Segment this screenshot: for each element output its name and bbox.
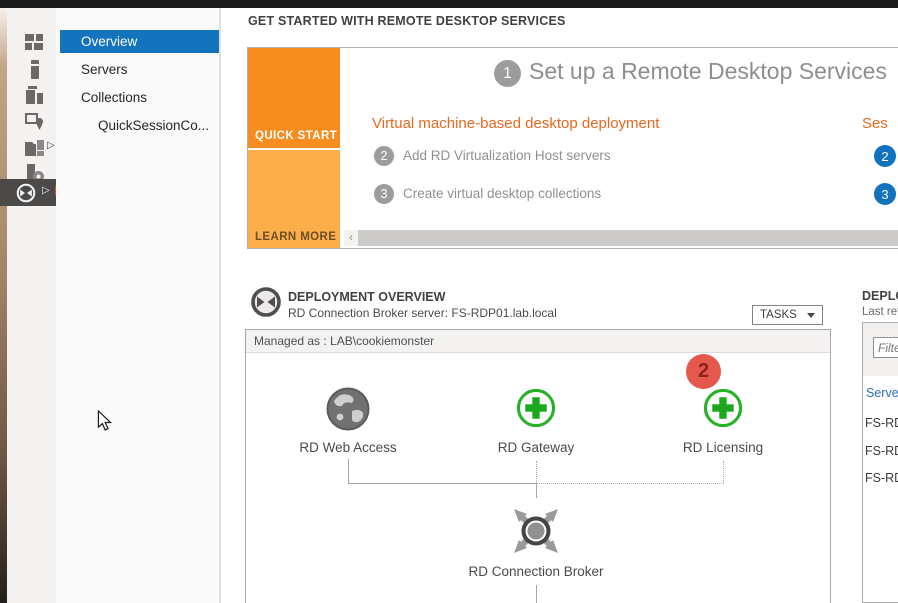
last-refreshed-text: Last ref [862,306,898,318]
remote-desktop-services-icon [15,182,37,204]
sidebar-item-remote-desktop-services[interactable]: ▷ [0,179,56,206]
vm-deployment-link[interactable]: Virtual machine-based desktop deployment [372,115,659,132]
nav-item-servers[interactable]: Servers [60,58,219,81]
connector-line [348,459,349,483]
server-name-column-header[interactable]: Serve [866,386,898,400]
session-deployment-link[interactable]: Ses [862,115,888,132]
scroll-left-icon: ‹ [349,230,353,244]
connector-line-dotted [723,461,724,483]
nav-item-collections[interactable]: Collections [60,86,219,109]
session-step-circle-3: 3 [874,183,896,205]
expand-arrow-icon[interactable]: ▷ [47,140,55,151]
server-row[interactable]: FS-RD [865,444,898,458]
connector-line-dotted [536,483,724,484]
vm-step-3-label: Create virtual desktop collections [403,186,601,201]
deployment-servers-title: DEPLO [862,289,898,303]
managed-as-bar: Managed as : LAB\cookiemonster [246,330,830,353]
dashboard-icon[interactable] [23,30,47,54]
filter-input[interactable] [873,337,898,358]
connector-line [348,483,537,484]
globe-icon[interactable] [325,386,371,432]
server-row[interactable]: FS-RD [865,416,898,430]
scroll-left-button[interactable]: ‹ [344,230,358,246]
connector-line [536,484,537,498]
learn-more-label: LEARN MORE [255,231,336,243]
learn-more-tab[interactable]: LEARN MORE [248,150,340,248]
quick-start-label: QUICK START [255,130,337,142]
quick-start-tab[interactable]: QUICK START [248,48,340,148]
server-row[interactable]: FS-RD [865,471,898,485]
expand-arrow-icon[interactable]: ▷ [42,185,50,196]
get-started-title: GET STARTED WITH REMOTE DESKTOP SERVICES [248,14,566,28]
deployment-overview-title: DEPLOYMENT OVERVIEW [288,290,445,304]
vm-step-2-label: Add RD Virtualization Host servers [403,148,611,163]
rd-connection-broker-icon[interactable] [512,507,560,555]
step-circle-3: 3 [374,184,394,204]
server-certificate-icon[interactable] [23,109,47,133]
annotation-badge-2: 2 [686,354,721,389]
panel-divider [219,8,221,603]
window-top-bar [0,0,898,8]
all-servers-icon[interactable] [23,84,47,108]
session-step-circle-2: 2 [874,145,896,167]
local-server-icon[interactable] [23,58,47,82]
nav-item-quicksessioncollection[interactable]: QuickSessionCo... [60,114,219,137]
connector-line [536,585,537,603]
tasks-button-label: TASKS [760,309,797,321]
node-rd-web-access[interactable]: RD Web Access [278,440,418,455]
node-rd-gateway[interactable]: RD Gateway [466,440,606,455]
step-circle-2: 2 [374,146,394,166]
mouse-cursor [97,410,112,431]
node-rd-connection-broker[interactable]: RD Connection Broker [456,564,616,579]
file-storage-icon[interactable] [23,136,47,160]
sidebar-icon-rail: ▷ [7,8,56,603]
connection-broker-server-text: RD Connection Broker server: FS-RDP01.la… [288,306,557,320]
horizontal-scrollbar-thumb[interactable] [358,230,898,246]
connector-line-dotted [536,461,537,483]
step-circle-1: 1 [494,60,521,87]
desktop-wallpaper-strip [0,8,7,603]
nav-item-overview[interactable]: Overview [60,30,219,53]
deployment-overview-panel [245,329,831,603]
remote-desktop-services-icon [250,286,282,318]
add-rd-gateway-icon[interactable] [516,388,556,428]
chevron-down-icon [807,313,815,318]
tasks-button[interactable]: TASKS [752,305,823,325]
add-rd-licensing-icon[interactable] [703,388,743,428]
quick-start-heading: Set up a Remote Desktop Services [529,58,887,85]
node-rd-licensing[interactable]: RD Licensing [653,440,793,455]
